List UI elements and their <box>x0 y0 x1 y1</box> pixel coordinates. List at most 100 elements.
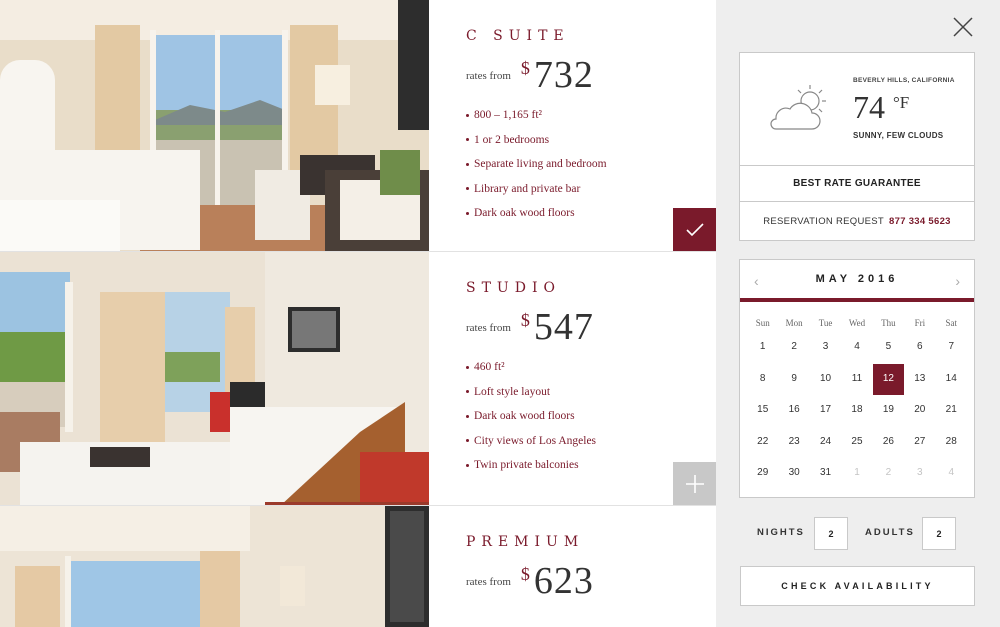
weekday-label: Mon <box>785 318 803 328</box>
weekday-label: Tue <box>818 318 833 328</box>
room-rates: rates from $ 732 <box>466 56 594 94</box>
weather-widget: BEVERLY HILLS, CALIFORNIA 74 °F SUNNY, F… <box>739 52 975 166</box>
calendar: ‹ MAY 2016 › Sun Mon Tue Wed Thu Fri Sat… <box>739 259 975 498</box>
room-card-c-suite: C SUITE rates from $ 732 800 – 1,165 ft²… <box>0 0 716 252</box>
calendar-day[interactable]: 19 <box>873 395 904 427</box>
feature-item: Dark oak wood floors <box>466 206 607 231</box>
calendar-day[interactable]: 10 <box>810 364 841 396</box>
calendar-week: 29 30 31 1 2 3 4 <box>747 458 967 490</box>
calendar-day[interactable]: 21 <box>936 395 967 427</box>
calendar-day[interactable]: 23 <box>778 427 809 459</box>
calendar-day[interactable]: 9 <box>778 364 809 396</box>
weather-city: BEVERLY HILLS, CALIFORNIA <box>853 77 955 84</box>
calendar-day[interactable]: 3 <box>810 332 841 364</box>
room-rates: rates from $ 547 <box>466 308 594 346</box>
calendar-week: 1 2 3 4 5 6 7 <box>747 332 967 364</box>
calendar-day[interactable]: 1 <box>747 332 778 364</box>
calendar-day-next-month: 1 <box>854 467 860 478</box>
calendar-weekdays: Sun Mon Tue Wed Thu Fri Sat <box>747 316 967 332</box>
room-list: C SUITE rates from $ 732 800 – 1,165 ft²… <box>0 0 716 627</box>
weekday-label: Sun <box>755 318 770 328</box>
rates-label: rates from <box>466 70 511 82</box>
calendar-day[interactable]: 15 <box>747 395 778 427</box>
booking-sidebar: BEVERLY HILLS, CALIFORNIA 74 °F SUNNY, F… <box>716 0 1000 627</box>
room-features: 460 ft² Loft style layout Dark oak wood … <box>466 360 596 483</box>
calendar-header: ‹ MAY 2016 › <box>740 260 974 302</box>
calendar-day[interactable]: 2 <box>778 332 809 364</box>
weekday-label: Fri <box>914 318 926 328</box>
room-features: 800 – 1,165 ft² 1 or 2 bedrooms Separate… <box>466 108 607 231</box>
weekday-label: Wed <box>848 318 866 328</box>
calendar-day[interactable]: 17 <box>810 395 841 427</box>
feature-item: Separate living and bedroom <box>466 157 607 182</box>
calendar-day[interactable]: 22 <box>747 427 778 459</box>
nights-label: NIGHTS <box>757 527 805 538</box>
bullet-icon <box>466 211 469 215</box>
calendar-day[interactable]: 8 <box>747 364 778 396</box>
feature-item: Twin private balconies <box>466 458 596 483</box>
calendar-day[interactable]: 13 <box>904 364 935 396</box>
calendar-day[interactable]: 24 <box>810 427 841 459</box>
calendar-day-next-month: 2 <box>885 467 892 478</box>
close-icon <box>953 17 973 37</box>
close-button[interactable] <box>952 16 974 38</box>
calendar-day[interactable]: 7 <box>936 332 967 364</box>
calendar-day[interactable]: 20 <box>904 395 935 427</box>
calendar-day[interactable]: 26 <box>873 427 904 459</box>
room-photo-c-suite <box>0 0 429 251</box>
calendar-day[interactable]: 4 <box>841 332 872 364</box>
feature-item: 800 – 1,165 ft² <box>466 108 607 133</box>
add-room-button[interactable] <box>673 462 716 505</box>
calendar-day[interactable]: 14 <box>936 364 967 396</box>
feature-item: 460 ft² <box>466 360 596 385</box>
currency-symbol: $ <box>520 58 530 78</box>
room-card-studio: STUDIO rates from $ 547 460 ft² Loft sty… <box>0 252 716 506</box>
chevron-left-icon[interactable]: ‹ <box>754 273 759 289</box>
rates-label: rates from <box>466 576 511 588</box>
calendar-day[interactable]: 28 <box>936 427 967 459</box>
room-photo-premium <box>0 506 429 627</box>
weather-temperature: 74 <box>853 89 885 125</box>
calendar-day[interactable]: 11 <box>841 364 872 396</box>
calendar-day[interactable]: 16 <box>778 395 809 427</box>
calendar-week: 22 23 24 25 26 27 28 <box>747 427 967 459</box>
reservation-phone-link[interactable]: 877 334 5623 <box>889 216 951 227</box>
calendar-day[interactable]: 30 <box>778 458 809 490</box>
room-rates: rates from $ 623 <box>466 562 594 600</box>
calendar-day[interactable]: 6 <box>904 332 935 364</box>
calendar-day[interactable]: 18 <box>841 395 872 427</box>
check-availability-button[interactable]: CHECK AVAILABILITY <box>740 566 975 606</box>
feature-item: Dark oak wood floors <box>466 409 596 434</box>
bullet-icon <box>466 414 469 418</box>
calendar-day[interactable]: 25 <box>841 427 872 459</box>
calendar-day[interactable]: 31 <box>810 458 841 490</box>
checkmark-icon <box>685 222 704 236</box>
nights-stepper[interactable]: 2 <box>814 517 848 550</box>
currency-symbol: $ <box>520 564 530 584</box>
feature-item: 1 or 2 bedrooms <box>466 133 607 158</box>
room-name: C SUITE <box>466 28 570 44</box>
room-selected-button[interactable] <box>673 208 716 251</box>
bullet-icon <box>466 439 469 443</box>
calendar-day[interactable]: 5 <box>873 332 904 364</box>
reservation-request[interactable]: RESERVATION REQUEST 877 334 5623 <box>739 201 975 241</box>
calendar-day[interactable]: 29 <box>747 458 778 490</box>
weekday-label: Sat <box>945 318 957 328</box>
chevron-right-icon[interactable]: › <box>955 273 960 289</box>
calendar-week: 8 9 10 11 12 13 14 <box>747 363 967 396</box>
bullet-icon <box>466 138 469 142</box>
bullet-icon <box>466 463 469 467</box>
bullet-icon <box>466 162 469 166</box>
feature-item: Library and private bar <box>466 182 607 207</box>
weather-unit: °F <box>893 93 910 112</box>
calendar-day-selected[interactable]: 12 <box>872 363 905 395</box>
room-card-premium: PREMIUM rates from $ 623 <box>0 506 716 627</box>
adults-stepper[interactable]: 2 <box>922 517 956 550</box>
calendar-grid: Sun Mon Tue Wed Thu Fri Sat 1 2 3 4 5 6 … <box>747 316 967 490</box>
rates-label: rates from <box>466 322 511 334</box>
bullet-icon <box>466 390 469 394</box>
room-price: 732 <box>533 54 594 96</box>
bullet-icon <box>466 187 469 191</box>
bullet-icon <box>466 113 469 117</box>
calendar-day[interactable]: 27 <box>904 427 935 459</box>
